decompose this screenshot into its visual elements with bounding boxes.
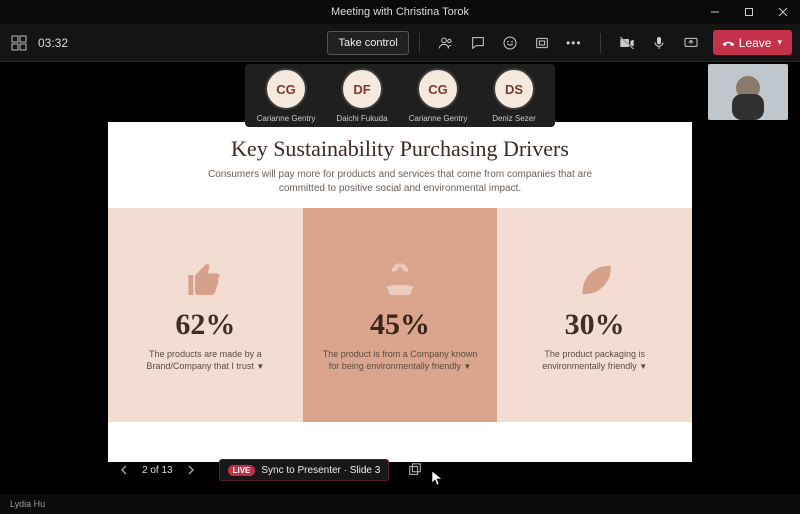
take-control-button[interactable]: Take control (327, 31, 408, 55)
participant-tile[interactable]: DS Deniz Sezer (479, 68, 549, 123)
participant-name: Deniz Sezer (479, 114, 549, 123)
participant-name: Daichi Fukuda (327, 114, 397, 123)
rooms-icon[interactable] (529, 30, 555, 56)
current-user-label: Lydia Hu (10, 499, 45, 509)
avatar: CG (265, 68, 307, 110)
leaf-icon (573, 258, 617, 302)
close-button[interactable] (766, 0, 800, 24)
stat-value: 62% (175, 308, 235, 342)
slide-subtitle: Consumers will pay more for products and… (190, 168, 610, 196)
chat-icon[interactable] (465, 30, 491, 56)
leave-button[interactable]: Leave ▾ (713, 30, 792, 55)
chevron-down-icon: ▾ (777, 37, 782, 48)
participant-strip: CG Carianne Gentry DF Daichi Fukuda CG C… (245, 64, 555, 127)
sync-label: Sync to Presenter · Slide 3 (261, 465, 380, 476)
meeting-toolbar: 03:32 Take control ••• Leave ▾ (0, 24, 800, 62)
participant-name: Carianne Gentry (403, 114, 473, 123)
meeting-stage: CG Carianne Gentry DF Daichi Fukuda CG C… (0, 62, 800, 494)
shared-slide[interactable]: Key Sustainability Purchasing Drivers Co… (108, 122, 692, 462)
slide-header: Key Sustainability Purchasing Drivers Co… (108, 122, 692, 208)
titlebar: Meeting with Christina Torok (0, 0, 800, 24)
slide-title: Key Sustainability Purchasing Drivers (148, 136, 652, 162)
window-controls (698, 0, 800, 24)
leave-label: Leave (739, 36, 772, 50)
prev-slide-button[interactable] (114, 460, 134, 480)
participant-name: Carianne Gentry (251, 114, 321, 123)
next-slide-button[interactable] (181, 460, 201, 480)
stat-value: 45% (370, 308, 430, 342)
reactions-icon[interactable] (497, 30, 523, 56)
participant-tile[interactable]: DF Daichi Fukuda (327, 68, 397, 123)
stat-desc: The products are made by a Brand/Company… (126, 348, 285, 373)
status-bar: Lydia Hu (0, 494, 800, 514)
stat-column: 62% The products are made by a Brand/Com… (108, 208, 303, 422)
popout-icon[interactable] (405, 460, 425, 480)
self-video[interactable] (708, 64, 788, 120)
people-icon[interactable] (433, 30, 459, 56)
stat-desc: The product is from a Company known for … (321, 348, 480, 373)
avatar: DF (341, 68, 383, 110)
thumbs-up-icon (183, 258, 227, 302)
slide-stats: 62% The products are made by a Brand/Com… (108, 208, 692, 422)
divider (419, 33, 420, 53)
more-actions-icon[interactable]: ••• (561, 30, 587, 56)
participant-tile[interactable]: CG Carianne Gentry (251, 68, 321, 123)
minimize-button[interactable] (698, 0, 732, 24)
sync-to-presenter-button[interactable]: LIVE Sync to Presenter · Slide 3 (219, 459, 390, 481)
maximize-button[interactable] (732, 0, 766, 24)
camera-off-icon[interactable] (614, 30, 640, 56)
stat-value: 30% (565, 308, 625, 342)
participant-tile[interactable]: CG Carianne Gentry (403, 68, 473, 123)
stat-column: 45% The product is from a Company known … (303, 208, 498, 422)
hangup-icon (717, 33, 736, 52)
stat-column: 30% The product packaging is environment… (497, 208, 692, 422)
call-timer: 03:32 (38, 36, 68, 50)
mic-icon[interactable] (646, 30, 672, 56)
avatar: DS (493, 68, 535, 110)
avatar: CG (417, 68, 459, 110)
live-badge: LIVE (228, 465, 256, 476)
slide-nav-bar: 2 of 13 LIVE Sync to Presenter · Slide 3 (108, 456, 692, 484)
window-title: Meeting with Christina Torok (331, 6, 469, 18)
slide-page-label: 2 of 13 (142, 465, 173, 476)
gallery-view-icon[interactable] (10, 34, 28, 52)
divider (600, 33, 601, 53)
stat-desc: The product packaging is environmentally… (515, 348, 674, 373)
share-screen-icon[interactable] (678, 30, 704, 56)
plant-hand-icon (378, 258, 422, 302)
